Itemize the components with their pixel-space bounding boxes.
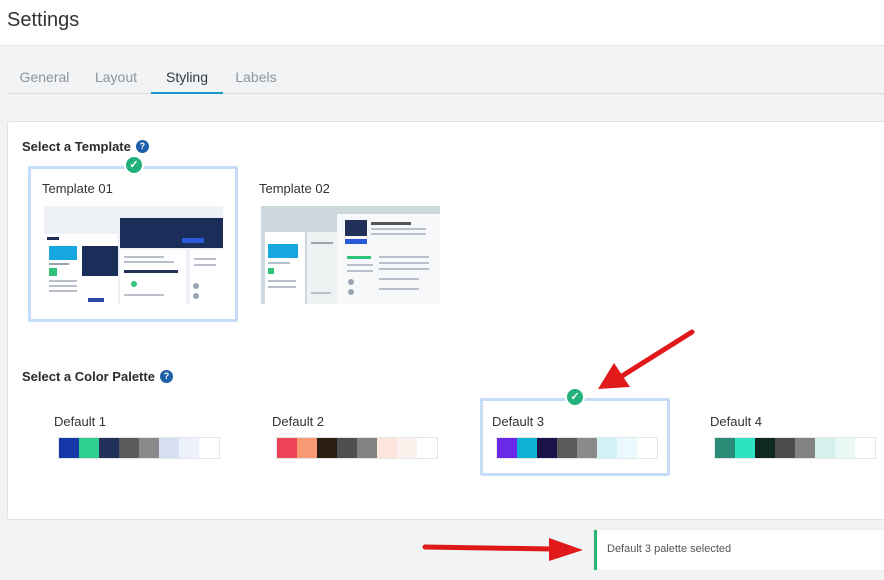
color-swatch xyxy=(715,438,735,458)
palette-swatches xyxy=(714,437,876,459)
color-swatch xyxy=(277,438,297,458)
color-swatch xyxy=(159,438,179,458)
color-swatch xyxy=(119,438,139,458)
palette-label: Default 4 xyxy=(710,414,763,429)
tab-bar: General Layout Styling Labels xyxy=(7,60,884,94)
palette-section-label: Select a Color Palette xyxy=(22,369,155,384)
color-swatch xyxy=(855,438,875,458)
palette-swatches xyxy=(496,437,658,459)
color-swatch xyxy=(557,438,577,458)
check-circle-icon: ✓ xyxy=(124,155,144,175)
palette-option-default-4[interactable]: Default 4 xyxy=(698,398,884,476)
palette-section-title: Select a Color Palette ? xyxy=(22,369,173,384)
tab-styling[interactable]: Styling xyxy=(151,60,223,94)
color-swatch xyxy=(59,438,79,458)
color-swatch xyxy=(795,438,815,458)
color-swatch xyxy=(835,438,855,458)
color-swatch xyxy=(357,438,377,458)
template-02-preview-image xyxy=(261,206,440,304)
tab-general[interactable]: General xyxy=(17,60,72,94)
palette-label: Default 2 xyxy=(272,414,325,429)
color-swatch xyxy=(397,438,417,458)
toast-notification: Default 3 palette selected xyxy=(594,530,884,570)
color-swatch xyxy=(337,438,357,458)
tab-labels[interactable]: Labels xyxy=(233,60,279,94)
color-swatch xyxy=(297,438,317,458)
template-option-02[interactable]: Template 02 xyxy=(245,166,455,322)
palette-swatches xyxy=(58,437,220,459)
red-arrow-icon xyxy=(422,538,583,561)
palette-swatches xyxy=(276,437,438,459)
page-title: Settings xyxy=(7,9,80,31)
color-swatch xyxy=(139,438,159,458)
toast-message: Default 3 palette selected xyxy=(607,543,732,555)
question-circle-icon[interactable]: ? xyxy=(159,370,173,383)
palette-label: Default 3 xyxy=(492,414,545,429)
template-01-preview-image xyxy=(44,206,223,304)
color-swatch xyxy=(815,438,835,458)
color-swatch xyxy=(99,438,119,458)
header-bar: Settings xyxy=(0,0,884,46)
styling-panel: Select a Template ? Template 01 ✓ Templa… xyxy=(7,121,884,520)
template-section-label: Select a Template xyxy=(22,139,131,154)
color-swatch xyxy=(775,438,795,458)
palette-option-default-1[interactable]: Default 1 xyxy=(42,398,232,476)
color-swatch xyxy=(735,438,755,458)
color-swatch xyxy=(537,438,557,458)
color-swatch xyxy=(577,438,597,458)
color-swatch xyxy=(377,438,397,458)
color-swatch xyxy=(179,438,199,458)
color-swatch xyxy=(617,438,637,458)
template-option-01[interactable]: Template 01 xyxy=(28,166,238,322)
color-swatch xyxy=(517,438,537,458)
palette-option-default-2[interactable]: Default 2 xyxy=(260,398,450,476)
color-swatch xyxy=(637,438,657,458)
check-circle-icon: ✓ xyxy=(565,387,585,407)
color-swatch xyxy=(79,438,99,458)
tab-layout[interactable]: Layout xyxy=(90,60,142,94)
color-swatch xyxy=(317,438,337,458)
template-section-title: Select a Template ? xyxy=(22,139,149,154)
template-label: Template 02 xyxy=(259,181,330,196)
color-swatch xyxy=(497,438,517,458)
color-swatch xyxy=(755,438,775,458)
palette-label: Default 1 xyxy=(54,414,107,429)
template-label: Template 01 xyxy=(42,181,113,196)
question-circle-icon[interactable]: ? xyxy=(135,140,149,153)
color-swatch xyxy=(199,438,219,458)
color-swatch xyxy=(417,438,437,458)
color-swatch xyxy=(597,438,617,458)
palette-option-default-3[interactable]: Default 3 xyxy=(480,398,670,476)
